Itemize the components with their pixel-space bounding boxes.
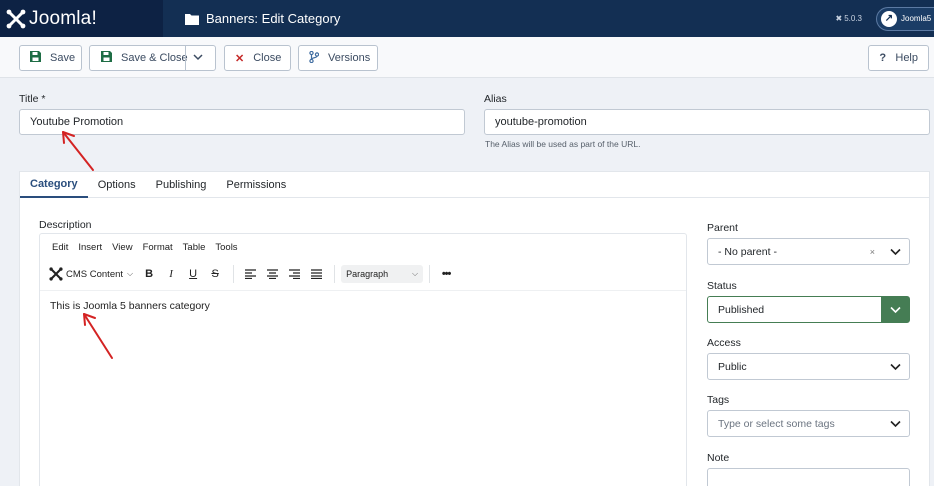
title-label: Title * bbox=[19, 93, 46, 105]
joomla-icon bbox=[49, 267, 63, 281]
tab-list: Category Options Publishing Permissions bbox=[20, 172, 929, 198]
alias-label: Alias bbox=[484, 93, 507, 105]
access-label: Access bbox=[707, 337, 741, 349]
menu-view[interactable]: View bbox=[112, 242, 132, 253]
page-title: Banners: Edit Category bbox=[206, 11, 341, 26]
split-separator bbox=[185, 46, 186, 70]
description-label: Description bbox=[39, 219, 92, 231]
alias-input[interactable]: youtube-promotion bbox=[484, 109, 930, 135]
parent-select[interactable]: - No parent - × bbox=[707, 238, 910, 265]
align-left-icon bbox=[244, 269, 256, 279]
underline-button[interactable]: U bbox=[183, 264, 203, 284]
chevron-down-icon: ⌵ bbox=[127, 269, 134, 278]
joomla-small-icon: ✖ bbox=[835, 14, 843, 23]
chevron-down-icon bbox=[881, 411, 909, 436]
strikethrough-button[interactable]: S bbox=[205, 264, 225, 284]
tab-publishing[interactable]: Publishing bbox=[146, 172, 217, 198]
align-right-button[interactable] bbox=[284, 264, 304, 284]
justify-icon bbox=[310, 269, 322, 279]
italic-button[interactable]: I bbox=[161, 264, 181, 284]
status-select[interactable]: Published bbox=[707, 296, 910, 323]
editor-toolbar: CMS Content ⌵ B I U S Paragraph ⌵ ••• bbox=[49, 264, 458, 284]
header-bar: Joomla! Banners: Edit Category ✖ 5.0.3 ↗… bbox=[0, 0, 934, 37]
annotation-arrow-description bbox=[83, 313, 113, 359]
description-editor: Edit Insert View Format Table Tools CMS … bbox=[39, 233, 687, 486]
menu-insert[interactable]: Insert bbox=[78, 242, 102, 253]
editor-content[interactable]: This is Joomla 5 banners category bbox=[50, 300, 210, 312]
access-select[interactable]: Public bbox=[707, 353, 910, 380]
close-icon: ✕ bbox=[235, 52, 245, 65]
toolbar-separator bbox=[233, 265, 235, 283]
version-badge: ✖ 5.0.3 bbox=[835, 14, 863, 23]
parent-label: Parent bbox=[707, 222, 738, 234]
clear-icon[interactable]: × bbox=[870, 247, 875, 257]
chevron-down-icon[interactable] bbox=[192, 51, 204, 66]
save-close-button[interactable]: Save & Close bbox=[89, 45, 216, 71]
alias-hint: The Alias will be used as part of the UR… bbox=[485, 139, 641, 149]
menu-table[interactable]: Table bbox=[183, 242, 206, 253]
save-icon bbox=[100, 51, 112, 65]
chevron-down-icon bbox=[881, 297, 909, 322]
chevron-down-icon bbox=[881, 354, 909, 379]
tab-permissions[interactable]: Permissions bbox=[216, 172, 296, 198]
align-center-button[interactable] bbox=[262, 264, 282, 284]
chevron-down-icon bbox=[881, 239, 909, 264]
more-options-button[interactable]: ••• bbox=[436, 264, 456, 284]
logo-text: Joomla! bbox=[29, 7, 97, 29]
tags-label: Tags bbox=[707, 394, 730, 406]
question-icon: ? bbox=[879, 52, 887, 64]
annotation-arrow-title bbox=[62, 131, 94, 171]
joomla-logo[interactable]: Joomla! bbox=[0, 0, 163, 37]
site-link-button[interactable]: ↗ Joomla5 bbox=[876, 6, 934, 31]
align-right-icon bbox=[288, 269, 300, 279]
close-button[interactable]: ✕ Close bbox=[224, 45, 291, 71]
external-link-icon: ↗ bbox=[881, 10, 897, 27]
justify-button[interactable] bbox=[306, 264, 326, 284]
joomla-logo-icon bbox=[6, 9, 26, 28]
menu-edit[interactable]: Edit bbox=[52, 242, 68, 253]
menu-tools[interactable]: Tools bbox=[215, 242, 237, 253]
tags-select[interactable]: Type or select some tags bbox=[707, 410, 910, 437]
save-button[interactable]: Save bbox=[19, 45, 82, 71]
toolbar: Save Save & Close ✕ Close Versions ? Hel… bbox=[0, 37, 934, 78]
note-label: Note bbox=[707, 452, 730, 464]
note-input[interactable] bbox=[707, 468, 910, 486]
align-left-button[interactable] bbox=[240, 264, 260, 284]
chevron-down-icon: ⌵ bbox=[412, 269, 419, 278]
align-center-icon bbox=[266, 269, 278, 279]
paragraph-format-select[interactable]: Paragraph ⌵ bbox=[341, 265, 424, 283]
help-button[interactable]: ? Help bbox=[868, 45, 929, 71]
versions-button[interactable]: Versions bbox=[298, 45, 378, 71]
status-label: Status bbox=[707, 280, 737, 292]
editor-menubar: Edit Insert View Format Table Tools bbox=[52, 242, 238, 253]
tab-options[interactable]: Options bbox=[88, 172, 146, 198]
save-icon bbox=[30, 51, 41, 65]
toolbar-separator bbox=[429, 265, 431, 283]
code-branch-icon bbox=[309, 50, 320, 66]
menu-format[interactable]: Format bbox=[143, 242, 173, 253]
tab-category[interactable]: Category bbox=[20, 172, 88, 198]
folder-icon bbox=[185, 13, 199, 25]
site-link-label: Joomla5 bbox=[901, 14, 932, 23]
editor-body bbox=[40, 290, 686, 291]
bold-button[interactable]: B bbox=[139, 264, 159, 284]
cms-content-button[interactable]: CMS Content ⌵ bbox=[49, 267, 133, 281]
toolbar-separator bbox=[334, 265, 336, 283]
